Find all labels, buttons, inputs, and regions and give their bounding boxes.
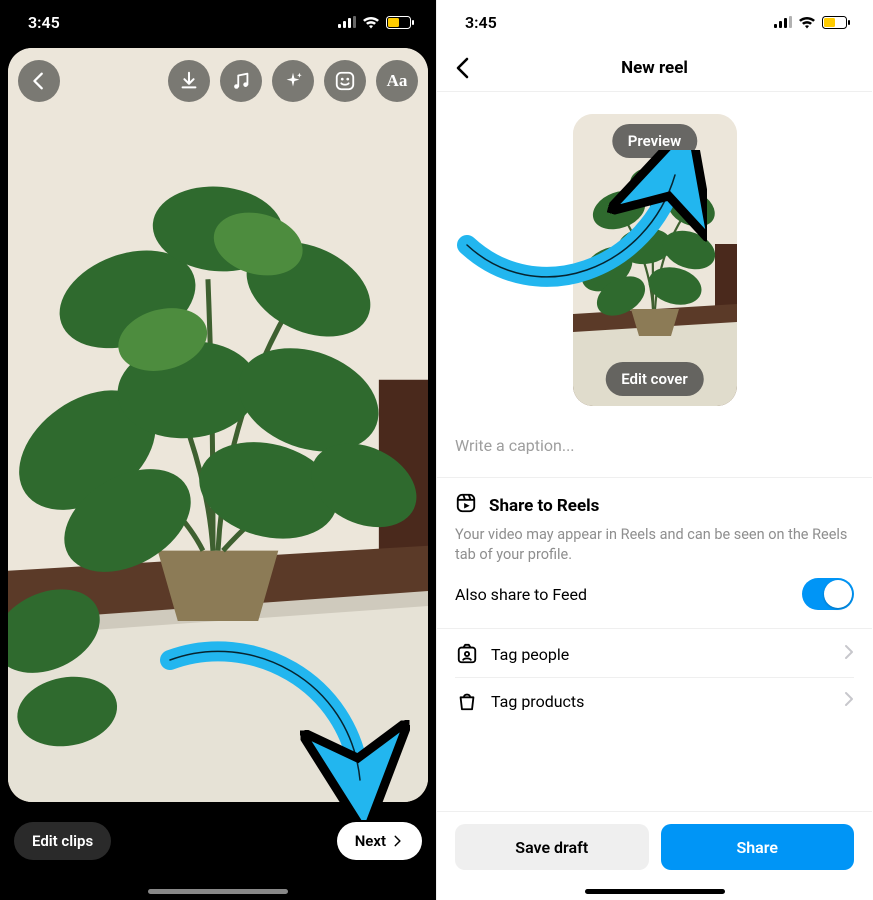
music-icon (230, 70, 252, 92)
preview-button[interactable]: Preview (612, 124, 697, 158)
status-icons (774, 16, 850, 29)
also-share-feed-row: Also share to Feed (455, 564, 854, 614)
status-time: 3:45 (28, 13, 60, 32)
tag-people-row[interactable]: Tag people (455, 631, 854, 677)
edit-clips-button[interactable]: Edit clips (14, 822, 111, 860)
share-to-reels-section: Share to Reels Your video may appear in … (437, 477, 872, 628)
chevron-right-icon (390, 834, 404, 848)
status-time: 3:45 (465, 13, 497, 32)
page-title: New reel (621, 58, 688, 78)
editor-canvas[interactable] (8, 48, 428, 802)
preview-wrap: Preview Edit cover (437, 92, 872, 424)
edit-cover-button[interactable]: Edit cover (605, 362, 704, 396)
share-to-reels-desc: Your video may appear in Reels and can b… (455, 525, 854, 564)
download-button[interactable] (168, 60, 210, 102)
next-button[interactable]: Next (337, 822, 422, 860)
preview-thumb[interactable]: Preview Edit cover (573, 114, 737, 406)
status-bar: 3:45 (437, 0, 872, 44)
sticker-icon (334, 70, 356, 92)
effects-button[interactable] (272, 60, 314, 102)
tag-people-icon (456, 643, 478, 665)
wifi-icon (798, 16, 816, 29)
editor-toolbar: Aa (18, 60, 418, 102)
music-button[interactable] (220, 60, 262, 102)
tag-products-row[interactable]: Tag products (455, 678, 854, 724)
nav-back-button[interactable] (449, 44, 475, 91)
editor-bottom-bar: Edit clips Next (14, 822, 422, 860)
sparkle-icon (282, 70, 304, 92)
chevron-left-icon (455, 57, 469, 79)
battery-icon (386, 16, 414, 29)
chevron-left-icon (28, 70, 50, 92)
new-reel-screen: 3:45 New reel (436, 0, 872, 900)
status-icons (338, 16, 414, 29)
tag-products-icon (456, 690, 478, 712)
chevron-right-icon (844, 644, 854, 660)
editor-screen: 3:45 (0, 0, 436, 900)
chevron-right-icon (844, 691, 854, 707)
share-button[interactable]: Share (661, 824, 855, 870)
cellular-icon (338, 16, 356, 28)
status-bar: 3:45 (0, 0, 436, 44)
home-indicator (585, 889, 725, 894)
reels-icon (455, 492, 477, 514)
save-draft-button[interactable]: Save draft (455, 824, 649, 870)
download-icon (178, 70, 200, 92)
text-icon: Aa (387, 71, 408, 91)
share-to-reels-heading: Share to Reels (455, 492, 854, 519)
sticker-button[interactable] (324, 60, 366, 102)
back-button[interactable] (18, 60, 60, 102)
cellular-icon (774, 16, 792, 28)
battery-icon (822, 16, 850, 29)
nav-header: New reel (437, 44, 872, 92)
also-share-feed-toggle[interactable] (802, 578, 854, 610)
wifi-icon (362, 16, 380, 29)
caption-input[interactable]: Write a caption... (437, 424, 872, 477)
also-share-feed-label: Also share to Feed (455, 585, 587, 604)
footer-actions: Save draft Share (437, 811, 872, 900)
plant-image (8, 48, 428, 802)
tag-section: Tag people Tag products (437, 628, 872, 726)
text-button[interactable]: Aa (376, 60, 418, 102)
home-indicator (148, 889, 288, 894)
